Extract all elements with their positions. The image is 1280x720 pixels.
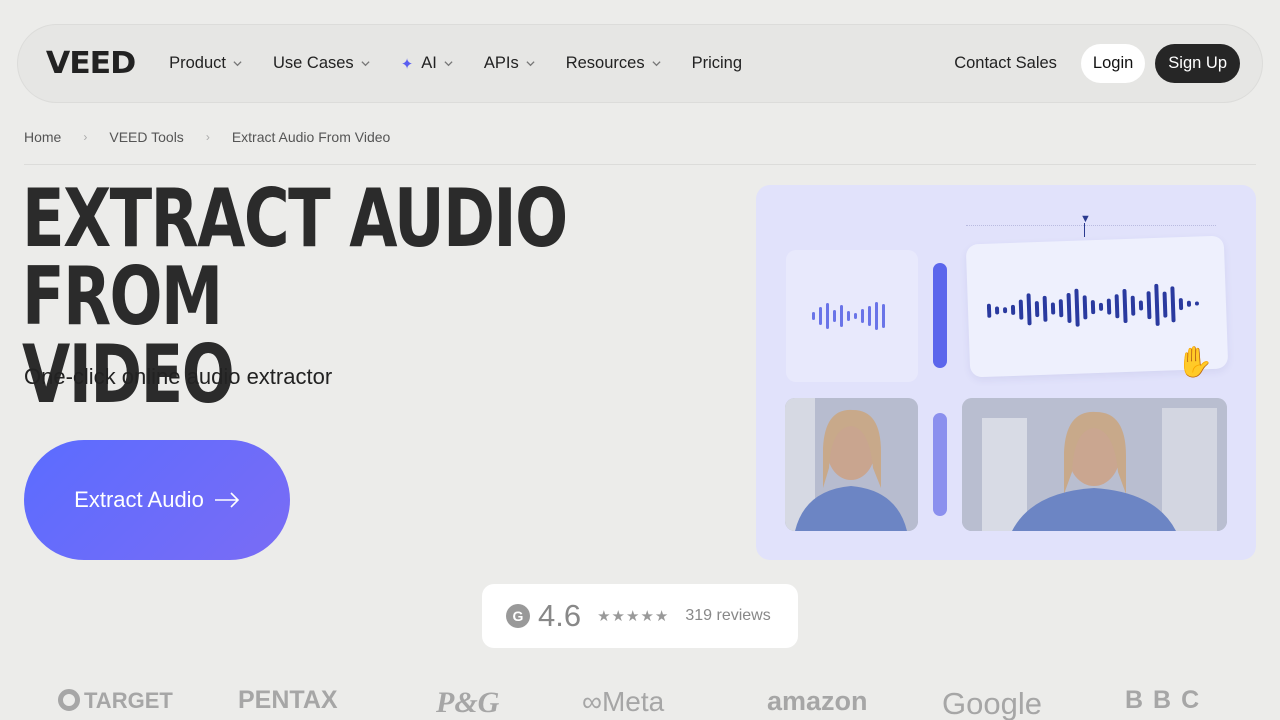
menu-product-label: Product — [169, 54, 226, 72]
menu-use-cases-label: Use Cases — [272, 54, 354, 72]
menu-pricing[interactable]: Pricing — [692, 54, 742, 73]
logo-google: Google — [942, 686, 1042, 720]
logo-bbc-text: BBC — [1125, 686, 1210, 714]
contact-sales-link[interactable]: Contact Sales — [954, 54, 1057, 73]
target-icon — [58, 689, 80, 711]
chevron-right-icon: › — [205, 130, 210, 144]
menu-resources[interactable]: Resources — [566, 54, 661, 73]
menu-ai[interactable]: ✦ AI — [401, 54, 453, 73]
arrow-right-icon — [214, 492, 239, 508]
chevron-down-icon — [361, 61, 370, 67]
logo-pg: P&G — [436, 686, 500, 719]
waveform-large — [986, 283, 1199, 327]
timeline-handle — [933, 263, 947, 368]
login-button[interactable]: Login — [1080, 44, 1146, 83]
waveform-small — [812, 302, 885, 330]
nav-actions: Contact Sales Login Sign Up — [954, 44, 1240, 83]
customer-logos: TARGET PENTAX P&G ∞Meta amazon Google BB… — [0, 686, 1280, 720]
chevron-down-icon — [233, 61, 242, 67]
logo-meta-text: Meta — [601, 686, 665, 717]
menu-use-cases[interactable]: Use Cases — [273, 54, 370, 73]
veed-logo[interactable]: VEED — [46, 46, 136, 81]
playhead-line — [1084, 223, 1085, 237]
timeline-handle-lower — [933, 413, 947, 516]
audio-clip-small — [786, 250, 918, 382]
logo-meta: ∞Meta — [582, 686, 664, 718]
grab-hand-icon: ✋ — [1176, 346, 1214, 379]
video-thumbnail-large — [962, 398, 1227, 531]
main-menu: Product Use Cases ✦ AI APIs Resources Pr… — [169, 54, 773, 73]
breadcrumb-home[interactable]: Home — [24, 129, 61, 145]
breadcrumb-veed-tools[interactable]: VEED Tools — [109, 129, 183, 145]
menu-apis-label: APIs — [483, 54, 519, 72]
extract-audio-label: Extract Audio — [74, 487, 204, 512]
person-icon — [785, 398, 918, 531]
menu-resources-label: Resources — [565, 54, 645, 72]
review-count: 319 reviews — [685, 607, 771, 624]
logo-target-text: TARGET — [84, 688, 173, 713]
logo-bbc: BBC — [1125, 686, 1209, 715]
menu-ai-label: AI — [421, 54, 437, 72]
logo-pentax: PENTAX — [238, 686, 338, 714]
timeline-ruler — [966, 225, 1216, 235]
playhead-icon: ▼ — [1080, 213, 1091, 225]
rating-score: 4.6 — [538, 598, 582, 633]
logo-target: TARGET — [58, 686, 173, 715]
top-nav: VEED Product Use Cases ✦ AI APIs Resourc… — [17, 24, 1263, 103]
menu-pricing-label: Pricing — [691, 54, 743, 72]
rating-stars: ★★★★★ — [597, 608, 670, 625]
menu-product[interactable]: Product — [169, 54, 242, 73]
page-title-line1: EXTRACT AUDIO FROM — [22, 172, 568, 343]
divider — [24, 164, 1256, 165]
video-thumbnail-small — [785, 398, 918, 531]
menu-apis[interactable]: APIs — [484, 54, 535, 73]
person-icon — [962, 398, 1227, 531]
chevron-right-icon: › — [83, 130, 88, 144]
breadcrumb-current: Extract Audio From Video — [231, 129, 391, 145]
logo-amazon: amazon — [767, 686, 868, 716]
chevron-down-icon — [652, 61, 661, 67]
page-subtitle: One-click online audio extractor — [24, 364, 333, 389]
hero-illustration: ▼ ✋ — [756, 185, 1256, 560]
signup-button[interactable]: Sign Up — [1155, 44, 1240, 83]
g2-logo-icon: G — [506, 604, 530, 628]
sparkle-icon: ✦ — [400, 55, 414, 73]
chevron-down-icon — [526, 61, 535, 67]
extract-audio-button[interactable]: Extract Audio — [24, 440, 290, 560]
chevron-down-icon — [444, 61, 453, 67]
breadcrumb: Home › VEED Tools › Extract Audio From V… — [24, 129, 390, 145]
rating-card: G 4.6 ★★★★★ 319 reviews — [482, 584, 798, 648]
meta-infinity-icon: ∞ — [582, 686, 602, 717]
